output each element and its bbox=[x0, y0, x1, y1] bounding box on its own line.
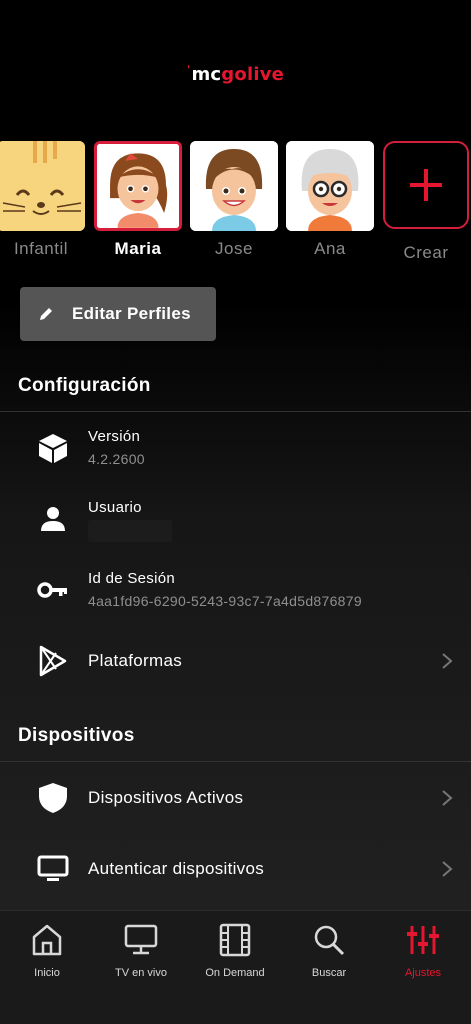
active-devices-label: Dispositivos Activos bbox=[88, 788, 244, 807]
platforms-row[interactable]: Plataformas bbox=[0, 631, 471, 691]
plus-icon bbox=[410, 169, 442, 201]
auth-devices-label: Autenticar dispositivos bbox=[88, 859, 265, 878]
bottom-nav: Inicio TV en vivo On Demand Buscar Ajust… bbox=[0, 910, 471, 1024]
user-label: Usuario bbox=[88, 499, 142, 516]
divider bbox=[0, 411, 471, 412]
edit-profiles-button[interactable]: Editar Perfiles bbox=[20, 287, 216, 341]
nav-label: TV en vivo bbox=[115, 967, 167, 979]
grandma-avatar bbox=[286, 141, 374, 231]
nav-ajustes[interactable]: Ajustes bbox=[376, 921, 470, 979]
profile-jose[interactable]: Jose bbox=[189, 141, 279, 259]
nav-buscar[interactable]: Buscar bbox=[282, 921, 376, 979]
version-value: 4.2.2600 bbox=[88, 451, 145, 467]
session-value: 4aa1fd96-6290-5243-93c7-7a4d5d876879 bbox=[88, 593, 362, 609]
profile-name: Ana bbox=[314, 239, 346, 258]
girl-avatar bbox=[94, 141, 182, 231]
home-icon bbox=[0, 921, 94, 959]
film-icon bbox=[188, 921, 282, 959]
chevron-right-icon bbox=[442, 790, 453, 806]
brand-logo: 'mcgolive bbox=[186, 63, 285, 85]
pencil-icon bbox=[40, 308, 52, 320]
nav-on-demand[interactable]: On Demand bbox=[188, 921, 282, 979]
active-devices-row[interactable]: Dispositivos Activos bbox=[0, 768, 471, 828]
version-label: Versión bbox=[88, 428, 141, 445]
user-row: Usuario bbox=[0, 489, 471, 549]
app-root: 'mcgolive Infantil Maria Jose Ana Crear … bbox=[0, 0, 471, 1024]
sliders-icon bbox=[376, 921, 470, 959]
config-section-title: Configuración bbox=[18, 375, 151, 396]
play-store-icon bbox=[36, 644, 70, 678]
profile-name: Infantil bbox=[13, 239, 69, 258]
create-profile-label: Crear bbox=[403, 243, 449, 262]
monitor-icon bbox=[36, 852, 70, 886]
shield-icon bbox=[36, 781, 70, 815]
nav-label: On Demand bbox=[205, 967, 265, 979]
version-row: Versión 4.2.2600 bbox=[0, 418, 471, 478]
chevron-right-icon bbox=[442, 653, 453, 669]
person-icon bbox=[36, 502, 70, 536]
profile-name: Maria bbox=[114, 239, 162, 258]
create-profile-button[interactable] bbox=[383, 141, 469, 229]
nav-label: Inicio bbox=[34, 967, 60, 979]
platforms-label: Plataformas bbox=[88, 651, 183, 670]
profile-maria[interactable]: Maria bbox=[93, 141, 183, 259]
cat-avatar bbox=[0, 141, 85, 231]
nav-inicio[interactable]: Inicio bbox=[0, 921, 94, 979]
tv-icon bbox=[94, 921, 188, 959]
divider bbox=[0, 761, 471, 762]
edit-profiles-label: Editar Perfiles bbox=[72, 304, 191, 323]
cube-icon bbox=[36, 431, 70, 465]
nav-tv[interactable]: TV en vivo bbox=[94, 921, 188, 979]
chevron-right-icon bbox=[442, 861, 453, 877]
session-label: Id de Sesión bbox=[88, 570, 175, 587]
user-value-redacted bbox=[88, 520, 172, 542]
key-icon bbox=[36, 573, 70, 607]
profile-infantil[interactable]: Infantil bbox=[0, 141, 86, 259]
search-icon bbox=[282, 921, 376, 959]
profiles-row: Infantil Maria Jose Ana Crear bbox=[0, 141, 471, 271]
create-profile[interactable]: Crear bbox=[381, 141, 471, 263]
session-row: Id de Sesión 4aa1fd96-6290-5243-93c7-7a4… bbox=[0, 560, 471, 620]
auth-devices-row[interactable]: Autenticar dispositivos bbox=[0, 839, 471, 899]
profile-name: Jose bbox=[215, 239, 253, 258]
boy-avatar bbox=[190, 141, 278, 231]
nav-label: Buscar bbox=[311, 967, 347, 979]
profile-ana[interactable]: Ana bbox=[285, 141, 375, 259]
devices-section-title: Dispositivos bbox=[18, 725, 135, 746]
nav-label: Ajustes bbox=[404, 967, 442, 979]
